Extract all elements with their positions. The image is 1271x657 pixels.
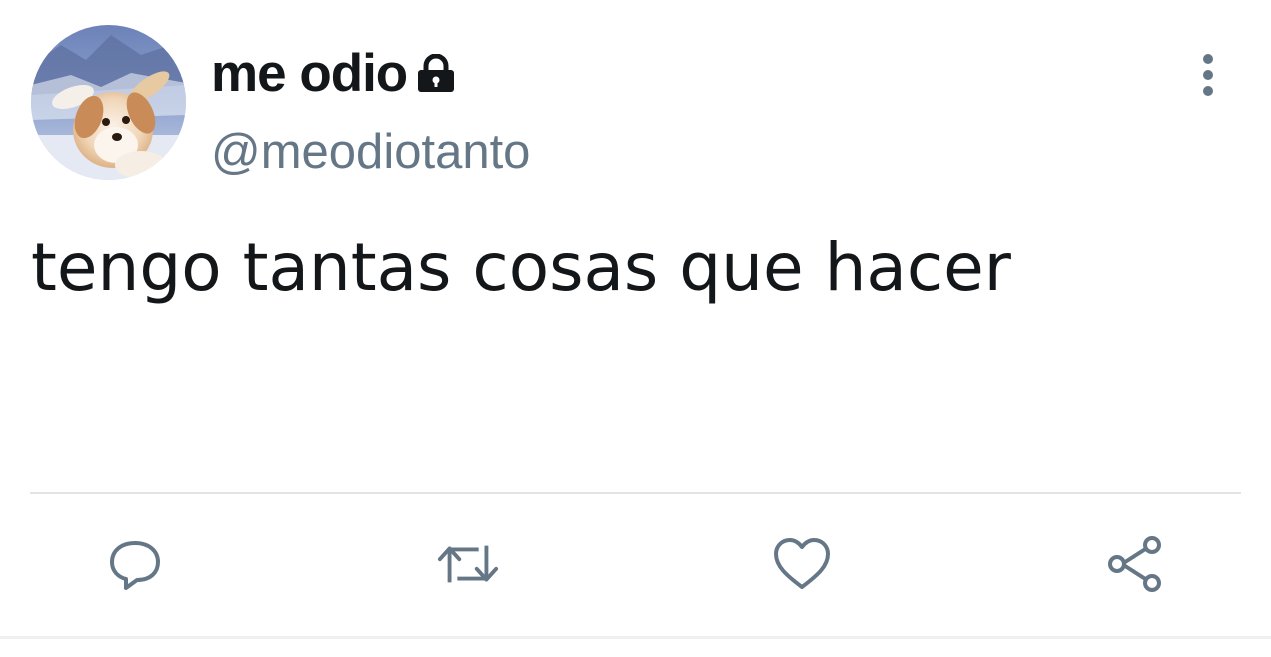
display-name[interactable]: me odio — [211, 47, 408, 100]
heart-icon — [774, 538, 830, 589]
share-icon — [1108, 536, 1161, 592]
share-button[interactable] — [1103, 532, 1167, 596]
reply-icon — [110, 541, 160, 590]
tweet-card: me odio @meodiotanto tengo tantas cosas … — [0, 0, 1271, 657]
bottom-border — [0, 636, 1271, 639]
like-button[interactable] — [770, 532, 834, 596]
puppy-avatar-image — [31, 25, 186, 180]
reply-button[interactable] — [103, 532, 167, 596]
display-name-row: me odio — [211, 38, 457, 108]
retweet-button[interactable] — [436, 532, 500, 596]
divider — [30, 492, 1241, 494]
avatar[interactable] — [31, 25, 186, 180]
lock-icon — [415, 53, 457, 99]
user-handle[interactable]: @meodiotanto — [211, 128, 530, 177]
more-vertical-icon[interactable] — [1192, 52, 1224, 98]
tweet-text: tengo tantas cosas que hacer — [31, 229, 1011, 306]
retweet-icon — [437, 545, 499, 583]
